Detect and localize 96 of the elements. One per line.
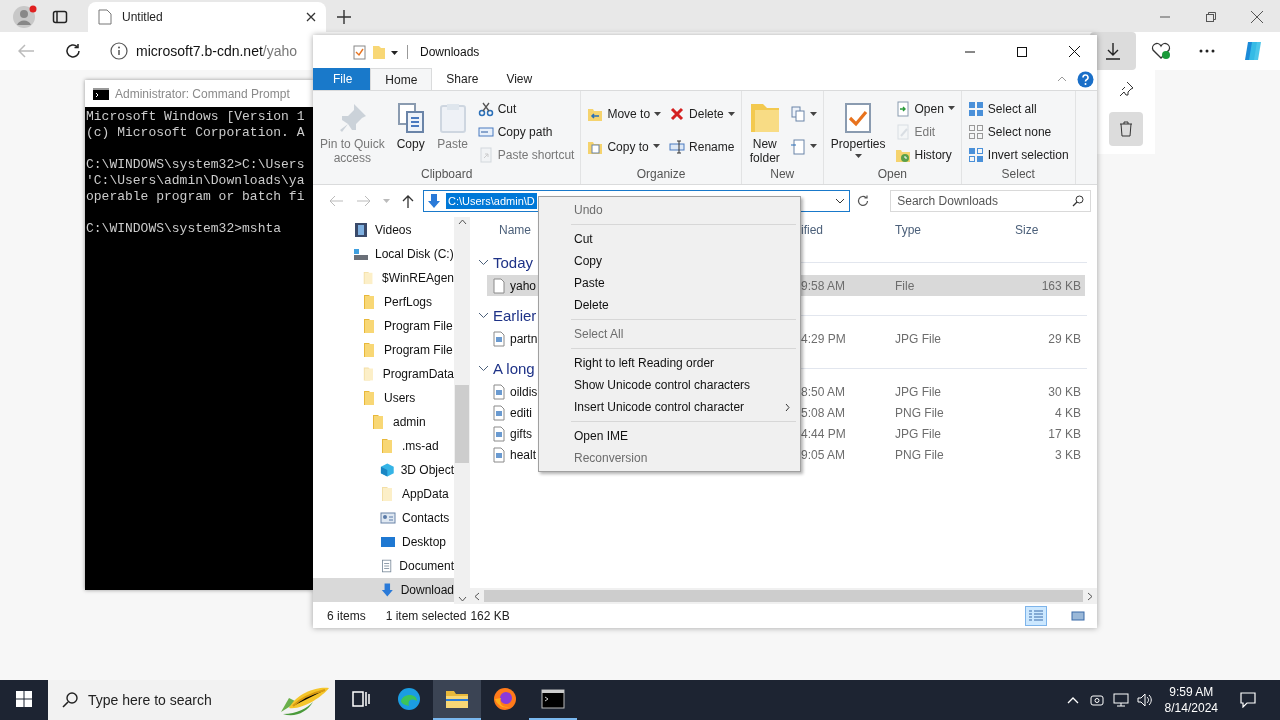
file-date: 8:50 AM: [801, 384, 846, 399]
file-size: 3 KB: [1055, 447, 1081, 462]
ribbon-button[interactable]: Properties: [827, 98, 889, 159]
file-name: editi: [510, 405, 532, 420]
search-field[interactable]: Search Downloads: [890, 190, 1091, 212]
clock[interactable]: 9:59 AM 8/14/2024: [1156, 684, 1226, 716]
file-type: JPG File: [895, 384, 941, 399]
ribbon-button[interactable]: Cut: [475, 98, 577, 119]
url-text: microsoft7.b-cdn.net/yaho: [136, 43, 298, 59]
nav-item[interactable]: Local Disk (C:): [313, 242, 454, 266]
nav-item[interactable]: Document: [313, 554, 454, 578]
group-header[interactable]: A long: [493, 359, 535, 377]
group-label: Organize: [635, 167, 687, 183]
console-line: (c) Microsoft Corporation. A: [86, 125, 306, 141]
file-size: 29 KB: [1048, 331, 1081, 346]
nav-item[interactable]: Videos: [313, 218, 454, 242]
nav-item[interactable]: Program File: [313, 314, 454, 338]
file-size: 163 KB: [1041, 278, 1081, 293]
file-name: yaho: [510, 278, 537, 293]
file-date: 4:29 PM: [801, 331, 846, 346]
ribbon-button[interactable]: Delete: [667, 103, 737, 125]
ribbon-button[interactable]: Rename: [667, 136, 737, 158]
ribbon-button[interactable]: Move to: [585, 103, 664, 125]
address-text: C:\Users\admin\D: [446, 193, 537, 209]
ribbon-tab[interactable]: Share: [432, 68, 493, 90]
nav-item[interactable]: PerfLogs: [313, 290, 454, 314]
menu-item[interactable]: Right to left Reading order: [541, 352, 798, 374]
file-name: oildis: [510, 384, 538, 399]
file-date: 4:44 PM: [801, 426, 846, 441]
nav-item[interactable]: Program File: [313, 338, 454, 362]
selection-status: 1 item selected: [385, 609, 467, 623]
column-header[interactable]: Name: [499, 223, 531, 237]
ribbon-button[interactable]: Select none: [965, 121, 1071, 142]
nav-item[interactable]: ProgramData: [313, 362, 454, 386]
file-size: 30 KB: [1048, 384, 1081, 399]
item-count: 6 items: [327, 609, 366, 623]
nav-item[interactable]: Users: [313, 386, 454, 410]
nav-item[interactable]: AppData: [313, 482, 454, 506]
nav-item[interactable]: Contacts: [313, 506, 454, 530]
ribbon-tab[interactable]: File: [313, 68, 371, 90]
file-date: 9:58 AM: [801, 278, 846, 293]
ribbon-button[interactable]: Copy: [391, 98, 430, 151]
ribbon-button[interactable]: Copy path: [475, 121, 577, 142]
menu-item[interactable]: Copy: [541, 250, 798, 272]
console-line: 'C:\Users\admin\Downloads\ya: [86, 173, 306, 189]
column-header[interactable]: Size: [1015, 223, 1039, 237]
nav-item[interactable]: 3D Object: [313, 458, 454, 482]
window-title: Downloads: [420, 44, 480, 59]
file-date: 9:05 AM: [801, 447, 846, 462]
selection-size: 162 KB: [470, 609, 510, 623]
nav-item[interactable]: $WinREAgen: [313, 266, 454, 290]
file-type: File: [895, 278, 915, 293]
ribbon-button[interactable]: Invert selection: [965, 144, 1071, 165]
ribbon-button[interactable]: Copy to: [585, 136, 664, 158]
file-type: PNG File: [895, 405, 944, 420]
menu-item[interactable]: Open IME: [541, 425, 798, 447]
ribbon-button[interactable]: Select all: [965, 98, 1071, 119]
browser-tab[interactable]: Untitled: [88, 2, 326, 32]
tab-title: Untitled: [122, 10, 164, 24]
group-label: Select: [1000, 167, 1036, 183]
ribbon-tab[interactable]: Home: [370, 68, 433, 90]
column-header[interactable]: Type: [895, 223, 921, 237]
file-type: JPG File: [895, 426, 941, 441]
group-label: Open: [876, 167, 908, 183]
console-line: Microsoft Windows [Version 1: [86, 109, 306, 125]
window-title: Administrator: Command Prompt: [115, 86, 290, 101]
console-line: C:\WINDOWS\system32>mshta: [86, 221, 283, 237]
nav-item[interactable]: Desktop: [313, 530, 454, 554]
console-line: operable program or batch fi: [86, 189, 306, 205]
menu-item[interactable]: Show Unicode control characters: [541, 374, 798, 396]
ribbon-button[interactable]: History: [892, 144, 957, 165]
nav-item[interactable]: admin: [313, 410, 454, 434]
taskbar-search-field[interactable]: Type here to search: [48, 680, 335, 720]
menu-item[interactable]: Paste: [541, 272, 798, 294]
file-name: gifts: [510, 426, 532, 441]
file-type: PNG File: [895, 447, 944, 462]
group-header[interactable]: Today: [493, 253, 534, 271]
menu-item[interactable]: Cut: [541, 228, 798, 250]
file-type: JPG File: [895, 331, 941, 346]
menu-item[interactable]: Delete: [541, 294, 798, 316]
group-label: New: [769, 167, 796, 183]
file-date: 5:08 AM: [801, 405, 846, 420]
column-header[interactable]: ified: [801, 223, 823, 237]
file-size: 4 KB: [1055, 405, 1081, 420]
group-header[interactable]: Earlier: [493, 306, 537, 324]
nav-item[interactable]: .ms-ad: [313, 434, 454, 458]
console-line: C:\WINDOWS\system32>C:\Users: [86, 157, 306, 173]
file-name: partn: [510, 331, 538, 346]
file-size: 17 KB: [1048, 426, 1081, 441]
group-label: Clipboard: [420, 167, 474, 183]
menu-item[interactable]: Insert Unicode control character: [541, 396, 798, 418]
ribbon-button[interactable]: Open: [892, 98, 957, 119]
ribbon-tab[interactable]: View: [492, 68, 547, 90]
nav-item[interactable]: Download: [313, 578, 454, 602]
file-name: healt: [510, 447, 537, 462]
ribbon-button[interactable]: New folder: [745, 98, 784, 165]
